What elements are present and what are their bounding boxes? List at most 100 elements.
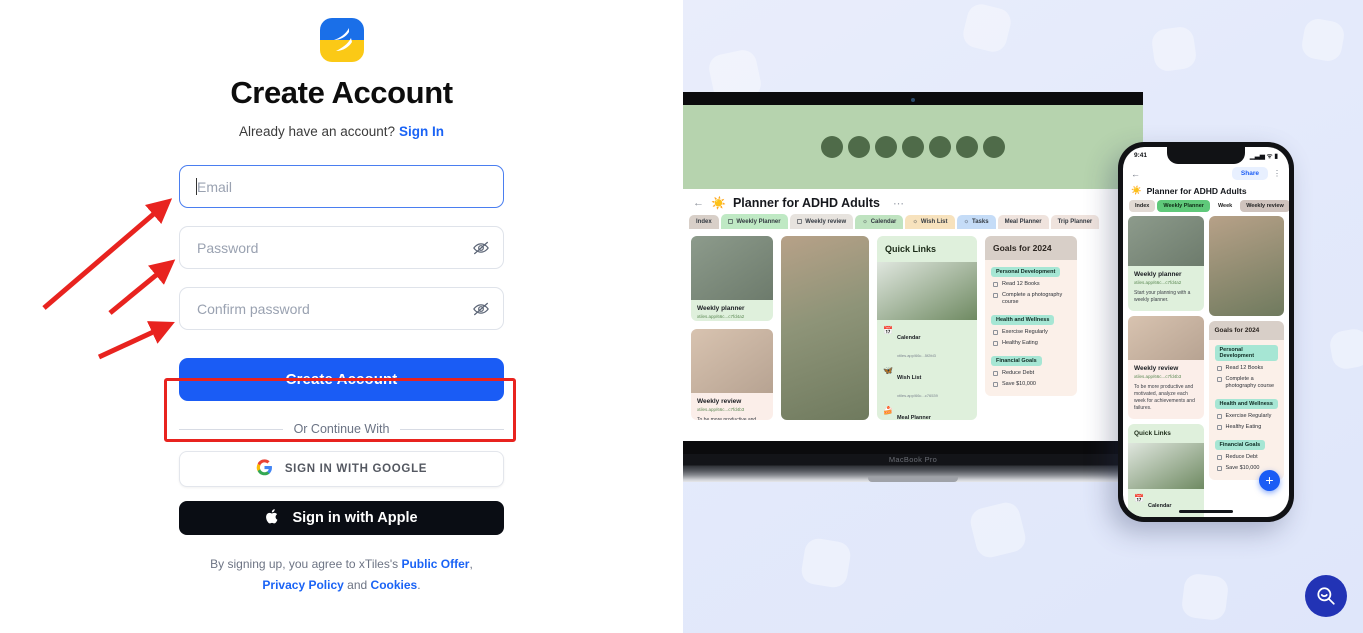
- goal-item[interactable]: Exercise Regularly: [1209, 411, 1285, 422]
- card-url[interactable]: xtiles.app/66c...c7fd4b3: [1134, 374, 1198, 379]
- goal-label: Reduce Debt: [1225, 454, 1258, 460]
- card-url[interactable]: xtiles.app/66c...c7fd4a2: [697, 314, 767, 319]
- tab-label: Trip Planner: [1057, 219, 1093, 225]
- card-quick-links[interactable]: Quick Links 📅 Calendar xtiles.app/66c...5…: [877, 236, 977, 420]
- google-button-label: SIGN IN WITH GOOGLE: [284, 463, 428, 475]
- checkbox-icon[interactable]: [993, 341, 998, 346]
- tab-tasks[interactable]: ☼ Tasks: [956, 215, 996, 229]
- cookies-link[interactable]: Cookies: [371, 578, 418, 592]
- phone-card-quick-links[interactable]: Quick Links 📅Calendarxtiles.app/66c...5f…: [1128, 424, 1204, 517]
- public-offer-link[interactable]: Public Offer: [401, 557, 469, 571]
- decorative-tile: [1150, 25, 1198, 73]
- legal-prefix: By signing up, you agree to xTiles's: [210, 557, 399, 571]
- more-options-icon[interactable]: ⋯: [893, 197, 904, 210]
- tab-meal-planner[interactable]: Meal Planner: [997, 215, 1049, 229]
- goal-item[interactable]: Read 12 Books: [985, 279, 1077, 290]
- email-input[interactable]: [179, 165, 504, 208]
- goal-item[interactable]: Complete a photography course: [985, 290, 1077, 308]
- card-photo: [691, 329, 773, 394]
- apple-icon: [265, 508, 280, 529]
- add-block-fab[interactable]: +: [1259, 470, 1280, 491]
- search-fab-button[interactable]: [1305, 575, 1347, 617]
- card-url[interactable]: xtiles.app/66c...c7fd4a2: [1134, 280, 1198, 285]
- apple-signin-button[interactable]: Sign in with Apple: [179, 501, 504, 535]
- phone-card-weekly-review[interactable]: Weekly review xtiles.app/66c...c7fd4b3 T…: [1128, 316, 1204, 419]
- goal-item[interactable]: Exercise Regularly: [985, 327, 1077, 338]
- phone-card-photo-large[interactable]: [1208, 216, 1284, 316]
- card-title: Weekly review: [1134, 365, 1179, 372]
- auth-panel: Create Account Already have an account? S…: [0, 0, 683, 633]
- phone-back-icon[interactable]: ←: [1131, 169, 1140, 179]
- phone-tab-week[interactable]: Week: [1211, 200, 1239, 212]
- quick-link-item[interactable]: 🍰 Meal Plannerxtiles.app/66c...c765f74: [877, 404, 977, 420]
- password-input[interactable]: [179, 226, 504, 269]
- create-account-button[interactable]: Create Account: [179, 358, 504, 401]
- privacy-policy-link[interactable]: Privacy Policy: [262, 578, 343, 592]
- card-description: To be more productive and motivated, ana…: [697, 417, 767, 420]
- checkbox-icon[interactable]: [1216, 366, 1222, 371]
- checkbox-icon[interactable]: [1216, 377, 1222, 382]
- quick-link-item[interactable]: 📅 Calendar xtiles.app/66c...5f2fd3: [877, 324, 977, 364]
- goal-label: Healthy Eating: [1002, 340, 1038, 346]
- card-photo-large[interactable]: [781, 236, 869, 420]
- tab-wish-list[interactable]: ☼ Wish List: [905, 215, 955, 229]
- checkbox-icon[interactable]: [993, 382, 998, 387]
- app-cover-banner: [683, 105, 1143, 189]
- board-column-4: Goals for 2024 Personal Development Read…: [985, 236, 1077, 420]
- eye-slash-icon[interactable]: [472, 300, 490, 318]
- goal-item[interactable]: Complete a photography course: [1209, 374, 1285, 392]
- confirm-password-input[interactable]: [179, 287, 504, 330]
- phone-tab-weekly-review[interactable]: Weekly review: [1240, 200, 1289, 212]
- goal-item[interactable]: Read 12 Books: [1209, 363, 1285, 374]
- trackpad-notch: [868, 477, 958, 482]
- email-field-wrapper[interactable]: [179, 165, 504, 208]
- card-weekly-review[interactable]: Weekly review xtiles.app/66c...c7fd4b3 T…: [691, 329, 773, 420]
- phone-tab-weekly-planner[interactable]: Weekly Planner: [1157, 200, 1210, 212]
- cover-icon-notebook: [848, 136, 870, 158]
- checkbox-icon[interactable]: [1216, 466, 1222, 471]
- tab-trip-planner[interactable]: Trip Planner: [1050, 215, 1100, 229]
- checkbox-icon[interactable]: [993, 293, 998, 298]
- tab-index[interactable]: Index: [689, 215, 719, 229]
- goal-section-header: Personal Development: [1214, 345, 1278, 361]
- have-account-text: Already have an account?: [238, 124, 396, 139]
- phone-tab-index[interactable]: Index: [1129, 200, 1156, 212]
- sign-in-link[interactable]: Sign In: [399, 124, 444, 139]
- quick-link-item[interactable]: 📅Calendarxtiles.app/66c...5f2fd3: [1128, 492, 1204, 517]
- goal-item[interactable]: Save $10,000: [985, 379, 1077, 390]
- tab-calendar[interactable]: ☼ Calendar: [855, 215, 904, 229]
- checkbox-icon[interactable]: [1216, 425, 1222, 430]
- tab-weekly-planner[interactable]: ▢ Weekly Planner: [720, 214, 788, 229]
- phone-menu-icon[interactable]: ⋮: [1273, 169, 1281, 178]
- quick-link-item[interactable]: 🦋 Wish List xtiles.app/66c...c76539: [877, 364, 977, 404]
- arrow-to-email: [42, 198, 173, 310]
- checkbox-icon[interactable]: [993, 330, 998, 335]
- sun-icon: ☀️: [1131, 185, 1142, 195]
- goal-item[interactable]: Reduce Debt: [1209, 452, 1285, 463]
- card-weekly-planner[interactable]: Weekly planner xtiles.app/66c...c7fd4a2 …: [691, 236, 773, 322]
- phone-card-goals[interactable]: Goals for 2024 Personal Development Read…: [1208, 321, 1285, 480]
- quick-link-title: Wish List: [896, 375, 922, 381]
- tab-weekly-review[interactable]: ▢ Weekly review: [789, 214, 854, 229]
- goal-item[interactable]: Reduce Debt: [985, 368, 1077, 379]
- apple-button-label: Sign in with Apple: [292, 510, 418, 526]
- password-field-wrapper[interactable]: [179, 226, 504, 269]
- share-button[interactable]: Share: [1231, 167, 1268, 180]
- quick-links-photo: [877, 262, 977, 320]
- back-arrow-icon[interactable]: ←: [693, 197, 704, 209]
- card-goals[interactable]: Goals for 2024 Personal Development Read…: [985, 236, 1077, 396]
- phone-card-weekly-planner[interactable]: Weekly planner xtiles.app/66c...c7fd4a2 …: [1128, 216, 1204, 311]
- divider-line-left: [179, 428, 283, 430]
- board-column-3: Quick Links 📅 Calendar xtiles.app/66c...5…: [877, 236, 977, 420]
- goal-item[interactable]: Healthy Eating: [985, 338, 1077, 349]
- quick-link-title: Calendar: [1147, 503, 1172, 509]
- confirm-password-field-wrapper[interactable]: [179, 287, 504, 330]
- eye-slash-icon[interactable]: [472, 239, 490, 257]
- checkbox-icon[interactable]: [993, 371, 998, 376]
- google-signin-button[interactable]: SIGN IN WITH GOOGLE: [179, 451, 504, 487]
- card-url[interactable]: xtiles.app/66c...c7fd4b3: [697, 407, 767, 412]
- checkbox-icon[interactable]: [993, 282, 998, 287]
- checkbox-icon[interactable]: [1216, 414, 1222, 419]
- goal-item[interactable]: Healthy Eating: [1209, 422, 1285, 433]
- checkbox-icon[interactable]: [1216, 455, 1222, 460]
